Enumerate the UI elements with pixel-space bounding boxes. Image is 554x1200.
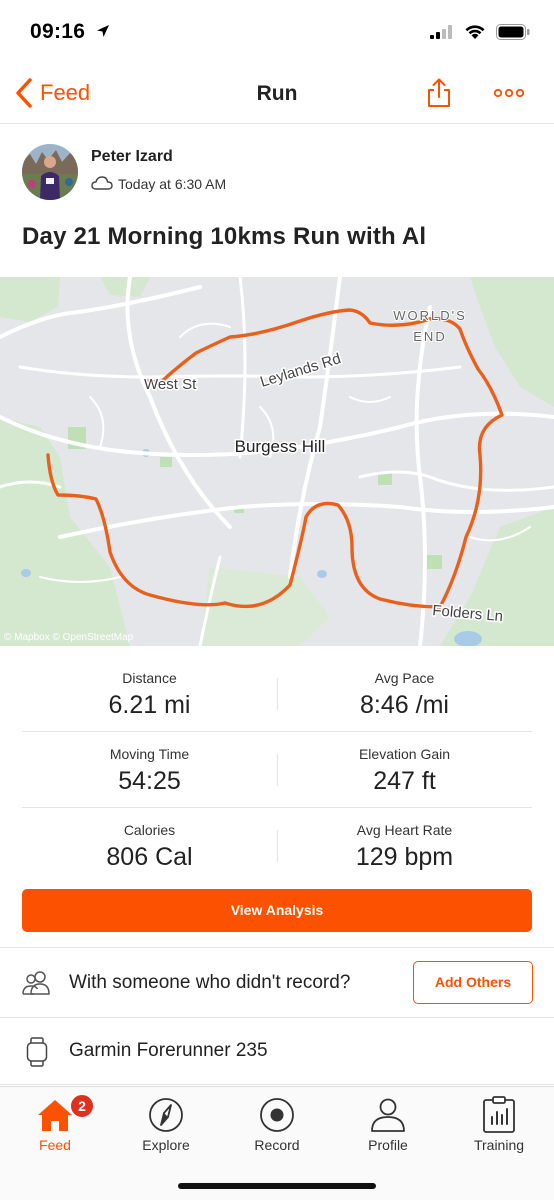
- compass-icon: [149, 1098, 183, 1132]
- athlete-header: Peter Izard Today at 6:30 AM: [22, 144, 532, 202]
- tab-label: Feed: [39, 1137, 71, 1153]
- cellular-signal-icon: [430, 25, 452, 39]
- activity-title: Day 21 Morning 10kms Run with Al: [22, 223, 427, 250]
- add-others-button[interactable]: Add Others: [413, 961, 533, 1004]
- tab-profile[interactable]: Profile: [333, 1087, 443, 1167]
- people-icon: [22, 971, 50, 995]
- avatar[interactable]: [22, 144, 78, 200]
- home-indicator: [178, 1183, 376, 1189]
- route-map[interactable]: Burgess Hill Leylands Rd West St WORLD'S…: [0, 277, 554, 646]
- stat-moving-time: Moving Time 54:25: [22, 746, 277, 796]
- tab-record[interactable]: Record: [222, 1087, 332, 1167]
- tab-label: Profile: [368, 1137, 408, 1153]
- stat-value: 247 ft: [373, 767, 436, 795]
- stat-label: Avg Pace: [374, 670, 435, 686]
- view-analysis-button[interactable]: View Analysis: [22, 889, 532, 932]
- cloud-icon: [91, 176, 113, 190]
- stats-row: Calories 806 Cal Avg Heart Rate 129 bpm: [22, 808, 532, 884]
- stat-value: 806 Cal: [106, 843, 193, 871]
- share-icon[interactable]: [426, 78, 452, 108]
- status-time: 09:16: [30, 20, 86, 43]
- record-icon: [260, 1098, 294, 1132]
- map-label-worlds-end-2: END: [413, 329, 446, 344]
- athlete-name[interactable]: Peter Izard: [91, 148, 173, 166]
- stat-avg-heart-rate: Avg Heart Rate 129 bpm: [277, 822, 532, 872]
- stats-grid: Distance 6.21 mi Avg Pace 8:46 /mi Movin…: [22, 656, 532, 884]
- stat-value: 6.21 mi: [108, 691, 191, 719]
- training-icon: [483, 1096, 515, 1133]
- map-label-town: Burgess Hill: [235, 437, 326, 456]
- stat-label: Elevation Gain: [358, 746, 451, 762]
- tab-label: Training: [473, 1137, 525, 1153]
- stats-row: Moving Time 54:25 Elevation Gain 247 ft: [22, 732, 532, 808]
- battery-icon: [496, 24, 530, 40]
- tab-explore[interactable]: Explore: [111, 1087, 221, 1167]
- status-bar: 09:16: [0, 0, 554, 66]
- stat-label: Avg Heart Rate: [356, 822, 453, 838]
- more-options-icon[interactable]: [494, 88, 524, 98]
- wifi-icon: [465, 25, 485, 39]
- tab-bar: 2 Feed Explore Record Profile Training: [0, 1086, 554, 1200]
- location-arrow-icon: [97, 25, 109, 37]
- profile-icon: [371, 1098, 405, 1132]
- stat-calories: Calories 806 Cal: [22, 822, 277, 872]
- stat-avg-pace: Avg Pace 8:46 /mi: [277, 670, 532, 720]
- stat-label: Distance: [122, 670, 177, 686]
- notification-badge: 2: [69, 1093, 95, 1119]
- with-others-row: With someone who didn't record? Add Othe…: [0, 948, 554, 1018]
- with-others-text: With someone who didn't record?: [69, 972, 351, 993]
- nav-bar: Feed Run: [0, 66, 554, 124]
- watch-icon: [26, 1037, 48, 1067]
- stat-value: 54:25: [118, 767, 181, 795]
- stat-label: Moving Time: [109, 746, 190, 762]
- map-label-worlds-end-1: WORLD'S: [393, 308, 467, 323]
- activity-time: Today at 6:30 AM: [118, 176, 227, 192]
- tab-training[interactable]: Training: [444, 1087, 554, 1167]
- stat-elevation-gain: Elevation Gain 247 ft: [277, 746, 532, 796]
- tab-label: Explore: [142, 1137, 190, 1153]
- stats-row: Distance 6.21 mi Avg Pace 8:46 /mi: [22, 656, 532, 732]
- status-icons: [430, 24, 530, 40]
- stat-label: Calories: [123, 822, 176, 838]
- device-row: Garmin Forerunner 235: [0, 1019, 554, 1085]
- stat-value: 8:46 /mi: [360, 691, 449, 719]
- stat-distance: Distance 6.21 mi: [22, 670, 277, 720]
- map-attribution: © Mapbox © OpenStreetMap: [4, 632, 134, 643]
- device-name: Garmin Forerunner 235: [69, 1040, 268, 1061]
- stat-value: 129 bpm: [355, 843, 454, 871]
- tab-feed[interactable]: 2 Feed: [0, 1087, 110, 1167]
- page-title: Run: [256, 82, 298, 105]
- tab-label: Record: [254, 1137, 300, 1153]
- map-label-west-st: West St: [144, 376, 197, 393]
